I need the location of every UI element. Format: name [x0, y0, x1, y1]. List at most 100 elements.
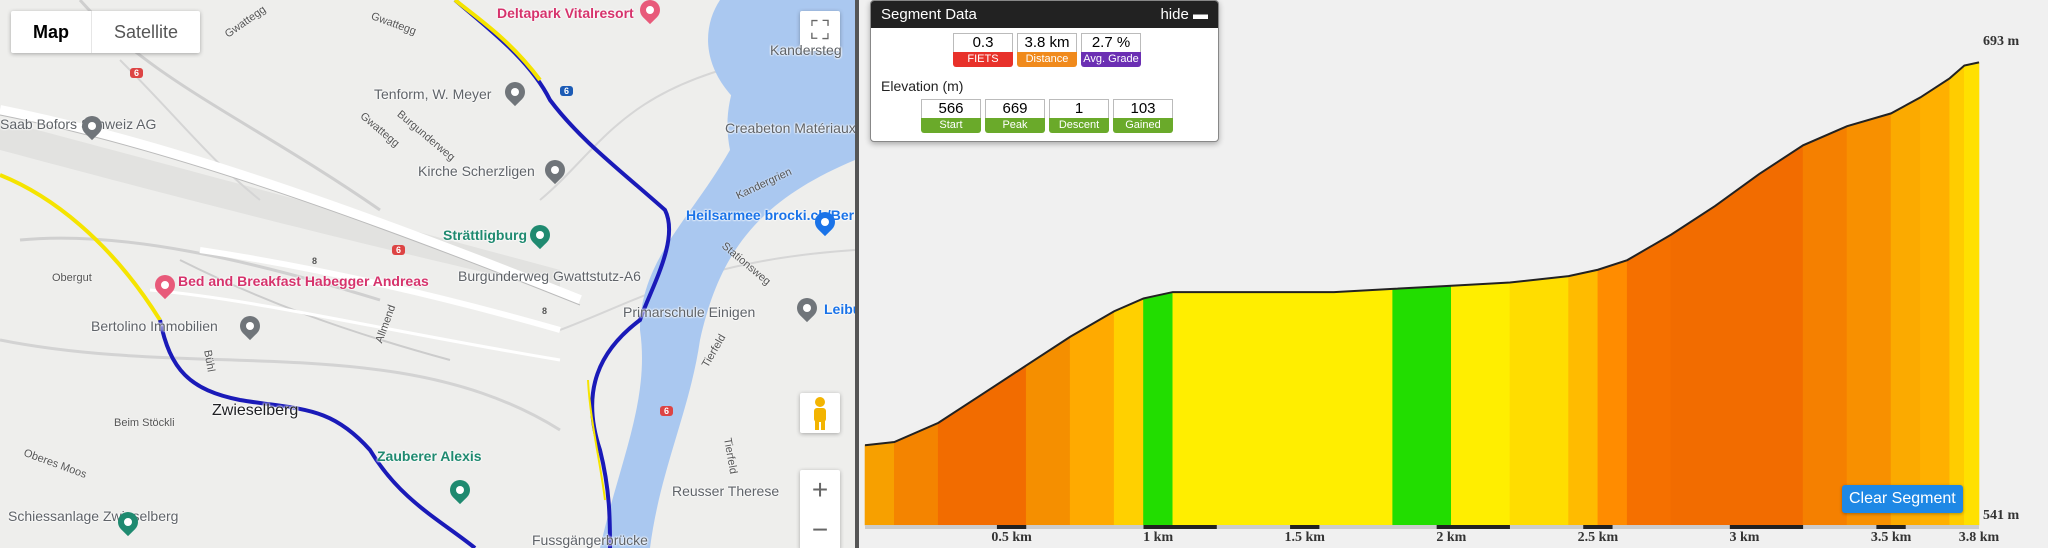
stat-value: 3.8 km: [1017, 33, 1077, 52]
stat-label: Peak: [985, 118, 1045, 133]
x-axis: [865, 525, 1979, 529]
x-tick-label: 3 km: [1729, 530, 1760, 545]
stat-value: 0.3: [953, 33, 1013, 52]
x-axis-segment: [1143, 525, 1217, 529]
stat-start: 566 Start: [921, 99, 981, 133]
poi-label[interactable]: Zauberer Alexis: [377, 448, 482, 464]
grade-band[interactable]: [1172, 291, 1218, 526]
street-label: Beim Stöckli: [114, 417, 175, 429]
stat-label: Descent: [1049, 118, 1109, 133]
map-view[interactable]: Map Satellite ⛶ + − Deltapark Vitalresor…: [0, 0, 855, 548]
stat-fiets: 0.3 FIETS: [953, 33, 1013, 67]
stat-avg-grade: 2.7 % Avg. Grade: [1081, 33, 1141, 67]
poi-label[interactable]: Kandersteg: [770, 42, 842, 58]
stat-value: 669: [985, 99, 1045, 118]
satellite-tab[interactable]: Satellite: [92, 11, 200, 53]
hide-toggle[interactable]: hide ▬: [1160, 1, 1208, 28]
grade-band[interactable]: [1802, 125, 1848, 526]
grade-band[interactable]: [1143, 291, 1174, 526]
poi-label[interactable]: Leibund: [824, 301, 855, 317]
road-shield: 6: [560, 86, 574, 96]
zoom-control: + −: [800, 470, 840, 548]
road-shield: 8: [542, 306, 548, 316]
zoom-out-button[interactable]: −: [800, 510, 840, 548]
pegman-icon: [814, 397, 826, 430]
x-axis-segment: [996, 525, 1027, 529]
poi-label[interactable]: Tenform, W. Meyer: [374, 86, 491, 102]
grade-band[interactable]: [1714, 173, 1760, 526]
poi-label[interactable]: Deltapark Vitalresort: [497, 5, 634, 21]
poi-label[interactable]: Primarschule Einigen: [623, 304, 755, 320]
grade-band[interactable]: [1670, 205, 1716, 526]
poi-label[interactable]: Bed and Breakfast Habegger Andreas: [178, 273, 429, 289]
poi-label[interactable]: Strättligburg: [443, 227, 527, 243]
zoom-in-button[interactable]: +: [800, 470, 840, 510]
grade-band[interactable]: [1275, 291, 1335, 526]
x-axis-segment: [1290, 525, 1320, 529]
stat-distance: 3.8 km Distance: [1017, 33, 1077, 67]
grade-band[interactable]: [1025, 336, 1071, 526]
hide-label: hide: [1160, 6, 1189, 23]
poi-label[interactable]: Bertolino Immobilien: [91, 318, 218, 334]
grade-band[interactable]: [1509, 275, 1569, 526]
poi-label[interactable]: Kirche Scherzligen: [418, 163, 535, 179]
x-tick-label: 2.5 km: [1577, 530, 1619, 545]
street-view-pegman-button[interactable]: [800, 393, 840, 433]
stat-label: Avg. Grade: [1081, 52, 1141, 67]
road-shield: 6: [392, 245, 406, 255]
stat-gained: 103 Gained: [1113, 99, 1173, 133]
x-tick-label: 2 km: [1436, 530, 1467, 545]
x-tick-label: 3.8 km: [1958, 530, 2000, 545]
elevation-stats: 566 Start 669 Peak 1 Descent 103 Gained: [921, 99, 1173, 133]
grade-band[interactable]: [1964, 61, 1980, 526]
stat-value: 1: [1049, 99, 1109, 118]
segment-data-panel: Segment Data hide ▬ 0.3 FIETS 3.8 km Dis…: [870, 0, 1219, 142]
x-axis-segment: [1876, 525, 1906, 529]
x-axis-segment: [1729, 525, 1804, 529]
grade-band[interactable]: [937, 393, 983, 526]
stat-value: 103: [1113, 99, 1173, 118]
grade-band[interactable]: [1069, 310, 1115, 526]
stat-label: Start: [921, 118, 981, 133]
grade-band[interactable]: [1920, 77, 1950, 526]
clear-segment-button[interactable]: Clear Segment: [1842, 485, 1963, 513]
poi-label[interactable]: Reusser Therese: [672, 483, 779, 499]
poi-label[interactable]: Saab Bofors Schweiz AG: [0, 116, 156, 132]
road-shield: 6: [660, 406, 674, 416]
grade-band[interactable]: [1597, 259, 1628, 526]
stat-value: 566: [921, 99, 981, 118]
poi-label[interactable]: Schiessanlage Zwieselberg: [8, 508, 178, 524]
street-label: Obergut: [52, 272, 92, 284]
grade-band[interactable]: [1392, 285, 1452, 526]
grade-band[interactable]: [1333, 288, 1393, 526]
stat-peak: 669 Peak: [985, 99, 1045, 133]
grade-band[interactable]: [1451, 282, 1511, 526]
place-label: Zwieselberg: [212, 402, 299, 419]
poi-label[interactable]: Fussgängerbrücke: [532, 532, 648, 548]
map-type-control: Map Satellite: [11, 11, 201, 53]
grade-band[interactable]: [1758, 144, 1804, 526]
x-tick-label: 1 km: [1143, 530, 1174, 545]
segment-data-title: Segment Data: [881, 6, 977, 23]
stat-value: 2.7 %: [1081, 33, 1141, 52]
grade-band[interactable]: [1216, 291, 1276, 526]
poi-label[interactable]: Creabeton Matériaux AG/SA: [725, 120, 855, 136]
x-tick-label: 0.5 km: [991, 530, 1032, 545]
grade-band[interactable]: [1890, 96, 1921, 526]
summary-stats: 0.3 FIETS 3.8 km Distance 2.7 % Avg. Gra…: [953, 33, 1141, 67]
x-tick-label: 1.5 km: [1284, 530, 1325, 545]
grade-band[interactable]: [1113, 297, 1144, 526]
poi-label[interactable]: Burgunderweg Gwattstutz-A6: [458, 268, 641, 284]
grade-band[interactable]: [864, 441, 895, 526]
x-axis-segment: [1583, 525, 1613, 529]
stat-label: Distance: [1017, 52, 1077, 67]
grade-band[interactable]: [1626, 234, 1672, 526]
map-tab[interactable]: Map: [11, 11, 92, 53]
x-tick-label: 3.5 km: [1870, 530, 1912, 545]
segment-data-header: Segment Data hide ▬: [871, 1, 1218, 28]
y-min-label: 541 m: [1983, 508, 2020, 523]
y-max-label: 693 m: [1983, 34, 2020, 49]
grade-band[interactable]: [1846, 112, 1892, 526]
grade-band[interactable]: [1949, 64, 1965, 526]
grade-band[interactable]: [1568, 269, 1599, 526]
